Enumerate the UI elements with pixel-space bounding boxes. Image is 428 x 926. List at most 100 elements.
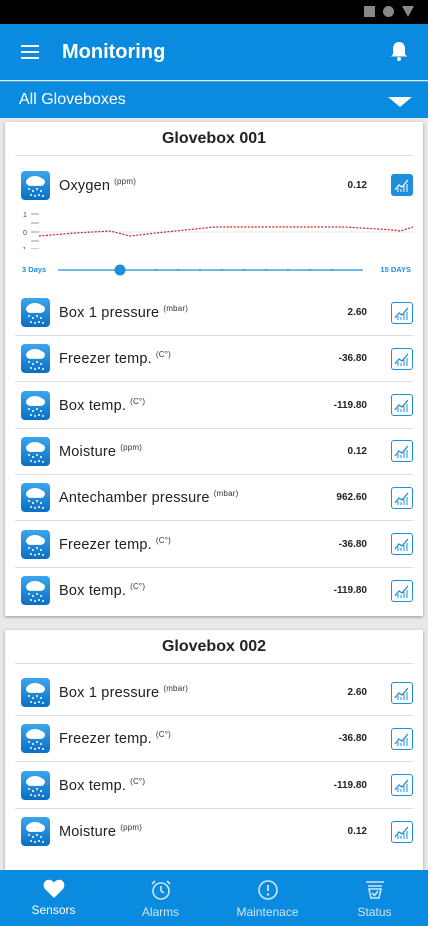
glovebox-filter-select[interactable]: All Gloveboxes <box>0 81 428 118</box>
sensor-value: 0.12 <box>347 445 367 457</box>
nav-label: Sensors <box>31 903 76 917</box>
sensor-unit: (mbar) <box>213 489 239 499</box>
sensor-value: -119.80 <box>333 399 367 411</box>
y-tick-label: 0 <box>23 230 27 237</box>
nav-sensors[interactable]: Sensors <box>0 870 107 926</box>
alert-circle-icon <box>257 880 278 900</box>
heart-icon <box>43 879 64 898</box>
sensor-value: 0.12 <box>347 826 367 838</box>
weather-icon <box>21 724 50 754</box>
sensor-value: -119.80 <box>333 585 367 597</box>
weather-icon <box>21 678 50 707</box>
status-check-icon <box>365 881 384 899</box>
chart-button[interactable] <box>391 394 413 417</box>
sensor-value: 2.60 <box>347 687 367 698</box>
weather-icon <box>21 529 50 559</box>
oxygen-trend-graph: 1 0 -1 <box>20 212 413 249</box>
sensor-name: Box 1 pressure <box>59 304 160 321</box>
sensor-unit: (C°) <box>155 730 171 740</box>
chart-button[interactable] <box>391 533 413 555</box>
triangle-icon <box>402 6 414 17</box>
weather-icon <box>21 344 50 374</box>
sensor-value: -119.80 <box>333 779 367 791</box>
sensor-name: Oxygen <box>59 177 111 194</box>
nav-status[interactable]: Status <box>321 870 428 926</box>
glovebox-title: Glovebox 002 <box>15 630 413 664</box>
weather-icon <box>21 483 50 513</box>
glovebox-card: Glovebox 001 Oxygen(ppm) 0.12 1 0 -1 3 D… <box>5 122 423 616</box>
sensor-unit: (C°) <box>130 776 146 786</box>
sensor-name: Box temp. <box>59 397 127 414</box>
nav-alarms[interactable]: Alarms <box>107 870 214 926</box>
sensor-unit: (ppm) <box>120 823 143 833</box>
bottom-navigation: Sensors Alarms Maintenace Status <box>0 870 428 926</box>
sensor-value: 0.12 <box>347 179 367 191</box>
nav-maintenance[interactable]: Maintenace <box>214 870 321 926</box>
chart-button[interactable] <box>391 347 413 370</box>
chart-button[interactable] <box>391 440 413 463</box>
sensor-row[interactable]: Box temp. (C°) -119.80 <box>15 568 413 614</box>
chart-button[interactable] <box>391 174 413 196</box>
page-title: Monitoring <box>62 40 166 63</box>
filter-label: All Gloveboxes <box>19 91 126 108</box>
y-tick-label: 1 <box>23 212 27 219</box>
sensor-row[interactable]: Freezer temp. (C°) -36.80 <box>15 522 413 568</box>
chart-button[interactable] <box>391 579 413 602</box>
sensor-unit: (C°) <box>130 582 146 592</box>
chevron-down-icon[interactable] <box>388 97 412 107</box>
time-range-slider[interactable]: 3 Days 15 DAYS <box>15 260 413 280</box>
chart-button[interactable] <box>391 774 413 797</box>
slider-track[interactable] <box>15 260 413 280</box>
weather-icon <box>21 170 50 200</box>
y-tick-label: -1 <box>20 247 26 249</box>
featured-sensor-row[interactable]: Oxygen (ppm) 0.12 <box>15 160 413 210</box>
weather-icon <box>21 390 50 420</box>
sensor-row[interactable]: Moisture (ppm) 0.12 <box>15 429 413 475</box>
sensor-value: -36.80 <box>338 353 367 365</box>
sensor-name: Moisture <box>59 443 117 460</box>
sensor-name: Freezer temp. <box>59 731 152 748</box>
sensor-unit: (C°) <box>155 535 171 545</box>
nav-label: Maintenace <box>236 905 299 919</box>
weather-icon <box>21 817 50 847</box>
system-status-bar <box>0 0 428 24</box>
glovebox-card: Glovebox 002 Box 1 pressure (mbar) 2.60 Fre… <box>5 630 423 890</box>
chart-button[interactable] <box>391 820 413 843</box>
sensor-row[interactable]: Freezer temp. (C°) -36.80 <box>15 716 413 763</box>
chart-button[interactable] <box>391 301 413 324</box>
sensor-row[interactable]: Antechamber pressure (mbar) 962.60 <box>15 475 413 522</box>
sensor-unit: (ppm) <box>120 442 143 452</box>
app-bar: Monitoring <box>0 24 428 80</box>
bell-icon[interactable] <box>390 41 408 61</box>
sensor-value: -36.80 <box>338 733 367 745</box>
alarm-clock-icon <box>150 880 171 900</box>
sensor-name: Box 1 pressure <box>59 684 160 701</box>
circle-icon <box>383 6 394 17</box>
chart-button[interactable] <box>391 681 413 704</box>
sensor-unit: (ppm) <box>114 176 137 186</box>
sensor-row[interactable]: Box temp. (C°) -119.80 <box>15 763 413 809</box>
nav-label: Status <box>357 905 392 919</box>
menu-icon[interactable] <box>21 45 39 59</box>
sensor-unit: (mbar) <box>163 304 189 314</box>
sensor-value: -36.80 <box>338 538 367 550</box>
sensor-name: Moisture <box>59 824 117 841</box>
sensor-unit: (C°) <box>155 350 171 360</box>
sensor-row[interactable]: Moisture (ppm) 0.12 <box>15 809 413 855</box>
sensor-row[interactable]: Freezer temp. (C°) -36.80 <box>15 336 413 383</box>
weather-icon <box>21 770 50 800</box>
chart-button[interactable] <box>391 486 413 509</box>
square-icon <box>364 6 375 17</box>
sensor-row[interactable]: Box temp. (C°) -119.80 <box>15 383 413 429</box>
sensor-name: Box temp. <box>59 777 127 794</box>
sensor-name: Freezer temp. <box>59 351 152 368</box>
weather-icon <box>21 436 50 466</box>
sensor-row[interactable]: Box 1 pressure (mbar) 2.60 <box>15 670 413 716</box>
sensor-name: Box temp. <box>59 583 127 600</box>
sensor-value: 2.60 <box>347 307 367 318</box>
weather-icon <box>21 576 50 606</box>
chart-button[interactable] <box>391 727 413 750</box>
slider-thumb[interactable] <box>114 264 126 276</box>
sensor-row[interactable]: Box 1 pressure (mbar) 2.60 <box>15 290 413 336</box>
weather-icon <box>21 298 50 327</box>
